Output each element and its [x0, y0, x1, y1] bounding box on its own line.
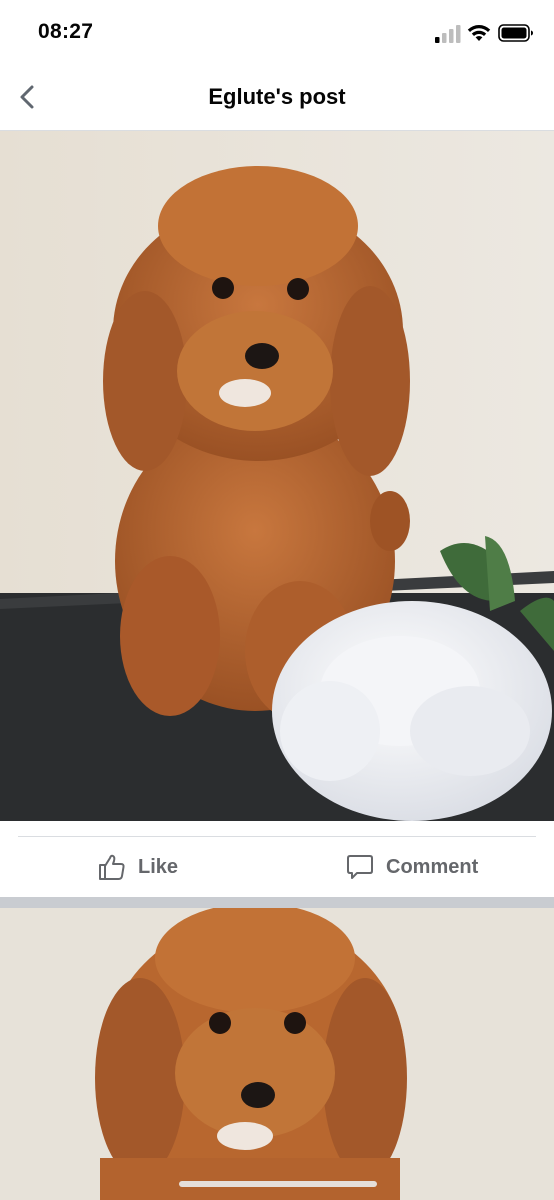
post-actions-bar: Like Comment — [0, 837, 554, 897]
wifi-icon — [467, 25, 491, 41]
speech-bubble-icon — [347, 855, 373, 879]
like-label: Like — [138, 855, 179, 878]
post-photo[interactable] — [0, 908, 554, 1200]
battery-icon — [498, 24, 533, 42]
status-time: 08:27 — [38, 20, 94, 43]
dog-photo-image — [0, 908, 554, 1200]
post-separator — [0, 897, 554, 908]
status-bar: 08:27 — [0, 0, 554, 64]
home-indicator — [179, 1181, 377, 1187]
post-photo[interactable] — [0, 131, 554, 821]
page-title: Eglute's post — [208, 84, 346, 109]
cellular-signal-icon — [435, 25, 461, 43]
dog-photo-image — [0, 131, 554, 821]
comment-button[interactable]: Comment — [346, 847, 478, 887]
like-button[interactable]: Like — [98, 847, 178, 887]
comment-label: Comment — [386, 855, 479, 878]
thumbs-up-icon — [99, 854, 125, 880]
nav-header: Eglute's post — [0, 64, 554, 131]
